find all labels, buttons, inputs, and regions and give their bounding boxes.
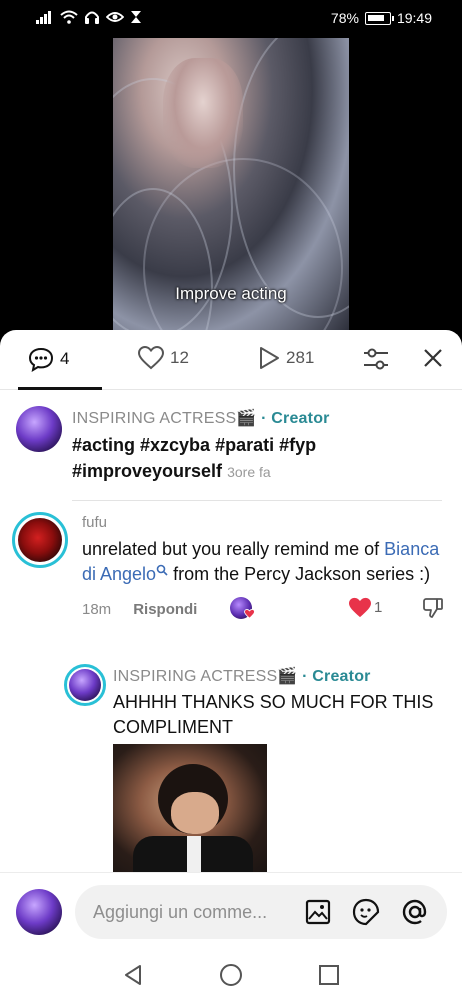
video-caption: Improve acting bbox=[175, 284, 287, 303]
clock: 19:49 bbox=[396, 10, 432, 26]
reply-avatar[interactable] bbox=[64, 664, 106, 706]
heart-outline-icon bbox=[138, 346, 164, 370]
post-caption: #acting #xzcyba #parati #fyp #improveyou… bbox=[72, 432, 372, 485]
creator-heart-badge-icon bbox=[244, 609, 255, 619]
dislike-icon[interactable] bbox=[422, 597, 444, 619]
home-icon[interactable] bbox=[218, 962, 244, 988]
post-author-line: INSPIRING ACTRESS🎬 · Creator bbox=[72, 408, 452, 428]
tab-likes[interactable]: 12 bbox=[138, 346, 189, 370]
views-count: 281 bbox=[286, 348, 315, 367]
eye-icon bbox=[106, 12, 124, 22]
reply-text: AHHHH THANKS SO MUCH FOR THIS COMPLIMENT bbox=[113, 692, 434, 737]
hourglass-icon bbox=[131, 11, 141, 23]
post-author[interactable]: INSPIRING ACTRESS🎬 bbox=[72, 410, 256, 427]
image-icon[interactable] bbox=[305, 899, 331, 925]
comment-time: 18m bbox=[82, 600, 112, 618]
comment-input[interactable] bbox=[93, 898, 298, 926]
post-hashtags[interactable]: #acting #xzcyba #parati #fyp #improveyou… bbox=[72, 435, 316, 481]
comment-meta: 18m Rispondi 1 bbox=[82, 597, 444, 621]
reply-button[interactable]: Rispondi bbox=[133, 601, 197, 618]
comment-author[interactable]: fufu bbox=[82, 514, 442, 531]
sheet-tabs: 4 12 281 bbox=[0, 330, 462, 390]
reply-author[interactable]: INSPIRING ACTRESS🎬 bbox=[113, 668, 297, 685]
commenter-avatar[interactable] bbox=[12, 512, 68, 568]
heart-filled-icon[interactable] bbox=[348, 597, 372, 619]
active-tab-indicator bbox=[18, 387, 102, 390]
comment-body: fufu unrelated but you really remind me … bbox=[82, 514, 444, 621]
reply-creator-badge: · Creator bbox=[302, 668, 371, 685]
comment-composer bbox=[0, 872, 462, 950]
tab-views[interactable]: 281 bbox=[258, 346, 314, 370]
tab-comments[interactable]: 4 bbox=[28, 346, 69, 372]
battery-percent: 78% bbox=[330, 10, 359, 26]
my-avatar bbox=[16, 889, 62, 935]
creator-badge: · Creator bbox=[261, 410, 330, 427]
comment-input-pill bbox=[75, 885, 447, 939]
reply-author-line: INSPIRING ACTRESS🎬 · Creator bbox=[113, 666, 443, 686]
face-shape bbox=[163, 58, 243, 168]
reply-body: INSPIRING ACTRESS🎬 · Creator AHHHH THANK… bbox=[113, 666, 443, 740]
close-icon bbox=[424, 349, 442, 367]
post-body: INSPIRING ACTRESS🎬 · Creator #acting #xz… bbox=[72, 408, 452, 485]
search-icon[interactable] bbox=[156, 564, 168, 576]
headphones-icon bbox=[85, 11, 99, 24]
comment-text: unrelated but you really remind me of Bi… bbox=[82, 537, 442, 587]
video-preview[interactable]: Improve acting bbox=[113, 38, 349, 330]
filter-button[interactable] bbox=[363, 348, 389, 370]
back-icon[interactable] bbox=[120, 962, 146, 988]
comment-text-part2: from the Percy Jackson series :) bbox=[168, 564, 431, 584]
battery-icon bbox=[364, 11, 394, 25]
comment-like-count: 1 bbox=[374, 599, 383, 616]
mention-icon[interactable] bbox=[401, 898, 429, 926]
close-button[interactable] bbox=[423, 348, 443, 368]
wifi-icon bbox=[60, 10, 78, 24]
reply-gif-image[interactable] bbox=[113, 744, 267, 872]
signal-icon bbox=[36, 11, 51, 24]
divider bbox=[72, 500, 442, 501]
recents-icon[interactable] bbox=[316, 962, 342, 988]
system-navigation-bar bbox=[0, 950, 462, 1000]
creator-avatar[interactable] bbox=[16, 406, 62, 452]
sliders-icon bbox=[364, 348, 388, 370]
sticker-icon[interactable] bbox=[352, 898, 380, 926]
likes-count: 12 bbox=[170, 348, 189, 367]
status-bar: 78% 19:49 bbox=[0, 0, 462, 38]
post-time: 3ore fa bbox=[227, 464, 271, 480]
play-icon bbox=[260, 347, 279, 369]
comment-bubble-icon bbox=[28, 347, 54, 372]
comments-count: 4 bbox=[60, 349, 70, 368]
comment-text-part1: unrelated but you really remind me of bbox=[82, 539, 385, 559]
